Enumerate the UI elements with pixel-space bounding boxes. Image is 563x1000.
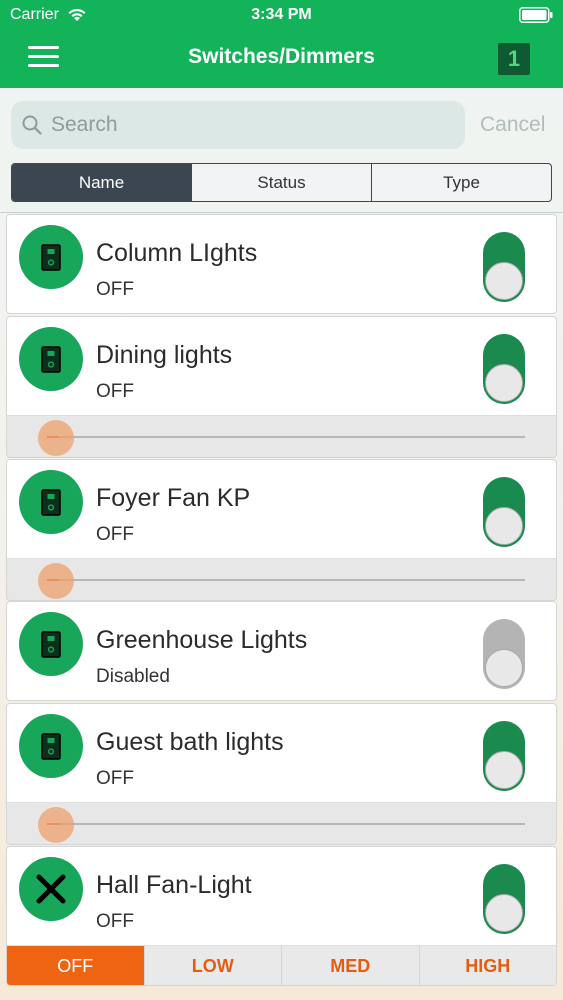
toggle-knob — [485, 364, 523, 402]
power-toggle[interactable] — [483, 334, 525, 404]
device-name: Guest bath lights — [96, 728, 284, 756]
device-icon-circle — [19, 714, 83, 778]
power-toggle[interactable] — [483, 232, 525, 302]
dimmer-slider[interactable] — [7, 558, 556, 600]
device-status: OFF — [96, 768, 134, 789]
device-icon-circle — [19, 470, 83, 534]
power-toggle — [483, 619, 525, 689]
device-icon-circle — [19, 327, 83, 391]
fan-speed-selector: OFF LOW MED HIGH — [7, 945, 556, 985]
device-status: OFF — [96, 911, 134, 932]
device-status: OFF — [96, 279, 134, 300]
device-card-main: Foyer Fan KP OFF — [7, 460, 556, 558]
search-bar[interactable] — [11, 101, 465, 149]
power-toggle[interactable] — [483, 864, 525, 934]
device-card[interactable]: Greenhouse Lights Disabled — [6, 601, 557, 701]
sort-segmented-control: Name Status Type — [11, 163, 552, 202]
device-icon-circle — [19, 225, 83, 289]
wall-switch-icon — [41, 244, 61, 271]
status-time: 3:34 PM — [251, 6, 312, 23]
tab-status[interactable]: Status — [192, 164, 372, 201]
toggle-knob — [485, 649, 523, 687]
device-card-main: Greenhouse Lights Disabled — [7, 602, 556, 700]
slider-thumb[interactable] — [38, 563, 74, 599]
dimmer-slider[interactable] — [7, 802, 556, 844]
device-card-main: Column LIghts OFF — [7, 215, 556, 313]
count-badge[interactable]: 1 — [498, 43, 530, 75]
list-divider — [0, 212, 563, 213]
fan-icon — [36, 874, 66, 904]
device-name: Greenhouse Lights — [96, 626, 308, 654]
slider-thumb[interactable] — [38, 807, 74, 843]
device-icon-circle — [19, 612, 83, 676]
toggle-knob — [485, 507, 523, 545]
slider-thumb[interactable] — [38, 420, 74, 456]
app-header: Carrier 3:34 PM Switches/Dimmers 1 — [0, 0, 563, 88]
toggle-knob — [485, 894, 523, 932]
toggle-knob — [485, 751, 523, 789]
wall-switch-icon — [41, 631, 61, 658]
device-icon-circle — [19, 857, 83, 921]
wall-switch-icon — [41, 346, 61, 373]
device-name: Foyer Fan KP — [96, 484, 251, 512]
device-name: Dining lights — [96, 341, 233, 369]
device-card[interactable]: Foyer Fan KP OFF — [6, 459, 557, 601]
fan-speed-med-button[interactable]: MED — [282, 946, 420, 985]
device-status: OFF — [96, 524, 134, 545]
power-toggle[interactable] — [483, 477, 525, 547]
cancel-button[interactable]: Cancel — [480, 113, 545, 137]
device-card[interactable]: Guest bath lights OFF — [6, 703, 557, 845]
search-icon — [22, 115, 42, 135]
slider-track[interactable] — [47, 436, 525, 438]
slider-track[interactable] — [47, 823, 525, 825]
device-name: Hall Fan-Light — [96, 871, 252, 899]
device-card-main: Hall Fan-Light OFF — [7, 847, 556, 945]
device-status: Disabled — [96, 666, 170, 687]
power-toggle[interactable] — [483, 721, 525, 791]
device-card[interactable]: Column LIghts OFF — [6, 214, 557, 314]
nav-bar: Switches/Dimmers 1 — [0, 40, 563, 80]
tab-name[interactable]: Name — [12, 164, 192, 201]
wall-switch-icon — [41, 733, 61, 760]
fan-speed-off-button[interactable]: OFF — [7, 946, 145, 985]
dimmer-slider[interactable] — [7, 415, 556, 457]
status-bar: Carrier 3:34 PM — [0, 0, 563, 30]
fan-speed-high-button[interactable]: HIGH — [419, 946, 556, 985]
toggle-knob — [485, 262, 523, 300]
device-card[interactable]: Dining lights OFF — [6, 316, 557, 458]
battery-icon — [519, 7, 553, 23]
device-card-main: Guest bath lights OFF — [7, 704, 556, 802]
page-title: Switches/Dimmers — [188, 45, 375, 68]
slider-track[interactable] — [47, 579, 525, 581]
device-card[interactable]: Hall Fan-Light OFF OFF LOW MED HIGH — [6, 846, 557, 986]
device-status: OFF — [96, 381, 134, 402]
device-card-main: Dining lights OFF — [7, 317, 556, 415]
wall-switch-icon — [41, 489, 61, 516]
tab-type[interactable]: Type — [372, 164, 551, 201]
search-input[interactable] — [51, 113, 451, 137]
device-name: Column LIghts — [96, 239, 258, 267]
fan-speed-low-button[interactable]: LOW — [144, 946, 282, 985]
